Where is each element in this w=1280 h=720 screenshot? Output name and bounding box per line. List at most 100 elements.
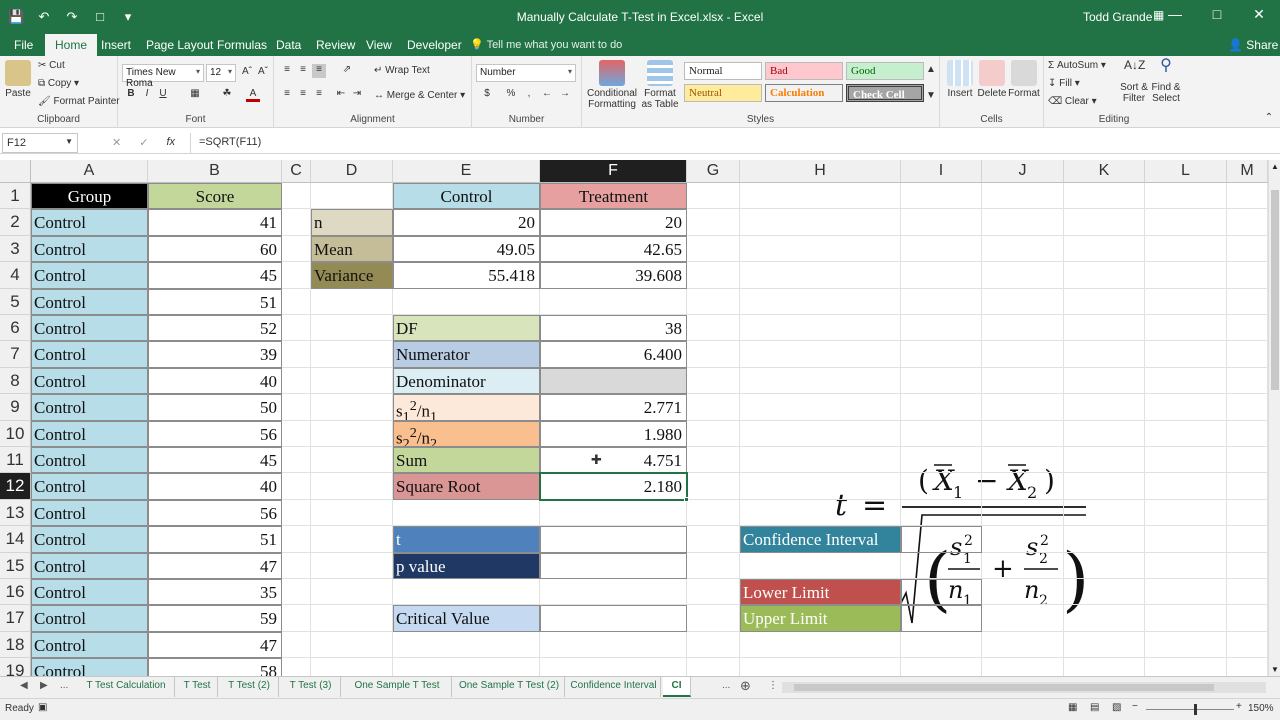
more-sheets-left-icon[interactable]: ... [60, 680, 68, 691]
row-header-8[interactable]: 8 [0, 367, 31, 395]
tab-data[interactable]: Data [276, 38, 301, 52]
zoom-in-icon[interactable]: + [1236, 701, 1242, 712]
fill-button[interactable]: ↧ Fill ▾ [1048, 78, 1080, 89]
style-good[interactable]: Good [846, 62, 924, 80]
percent-icon[interactable]: % [504, 88, 518, 102]
column-header-B[interactable]: B [148, 160, 282, 183]
group-cell[interactable]: Control [31, 499, 148, 527]
label-denominator[interactable]: Denominator [393, 367, 540, 395]
orientation-icon[interactable]: ⇗ [340, 64, 354, 78]
zoom-slider[interactable] [1146, 704, 1234, 715]
label-t[interactable]: t [393, 526, 540, 553]
group-cell[interactable]: Control [31, 579, 148, 606]
more-sheets-right-icon[interactable]: ... [722, 680, 730, 691]
group-cell[interactable]: Control [31, 209, 148, 236]
zoom-level[interactable]: 150% [1248, 703, 1274, 714]
sort-filter-button[interactable]: A↓Z Sort & Filter [1118, 59, 1150, 104]
row-header-15[interactable]: 15 [0, 552, 31, 579]
label-variance[interactable]: Variance [311, 262, 393, 289]
format-cells-button[interactable]: Format [1008, 60, 1040, 99]
score-cell[interactable]: 47 [148, 552, 282, 579]
maximize-icon[interactable]: □ [1206, 6, 1228, 23]
cancel-icon[interactable]: ✕ [112, 136, 121, 149]
column-header-J[interactable]: J [982, 160, 1064, 183]
group-cell[interactable]: Control [31, 631, 148, 659]
decrease-font-icon[interactable]: Aˇ [256, 66, 270, 80]
mean-control[interactable]: 49.05 [393, 235, 540, 263]
borders-icon[interactable]: ▦ [188, 88, 202, 102]
n-treatment[interactable]: 20 [540, 209, 687, 236]
header-treatment[interactable]: Treatment [540, 183, 687, 210]
macro-record-icon[interactable]: ▣ [38, 702, 47, 713]
hscroll-options-icon[interactable]: ⋮ [768, 680, 778, 691]
zoom-slider-thumb[interactable] [1194, 704, 1197, 715]
group-cell[interactable]: Control [31, 526, 148, 553]
score-cell[interactable]: 47 [148, 631, 282, 659]
copy-button[interactable]: ⧉ Copy ▾ [38, 78, 79, 89]
increase-decimal-icon[interactable]: ← [540, 88, 554, 102]
score-cell[interactable]: 52 [148, 315, 282, 342]
group-cell[interactable]: Control [31, 262, 148, 289]
row-header-7[interactable]: 7 [0, 341, 31, 368]
row-header-2[interactable]: 2 [0, 209, 31, 236]
score-cell[interactable]: 51 [148, 526, 282, 553]
score-cell[interactable]: 35 [148, 579, 282, 606]
score-cell[interactable]: 45 [148, 262, 282, 289]
autosum-button[interactable]: Σ AutoSum ▾ [1048, 60, 1106, 71]
sheet-tab-one-sample-t-test[interactable]: One Sample T Test [343, 677, 452, 697]
variance-treatment[interactable]: 39.608 [540, 262, 687, 289]
label-s2-n2[interactable]: s22/n2 [393, 420, 540, 447]
align-middle-icon[interactable]: ≡ [296, 64, 310, 78]
row-header-5[interactable]: 5 [0, 288, 31, 315]
tab-file[interactable]: File [14, 38, 33, 52]
score-cell[interactable]: 41 [148, 209, 282, 236]
row-header-6[interactable]: 6 [0, 315, 31, 342]
horizontal-scrollbar[interactable] [782, 682, 1266, 693]
close-icon[interactable]: ✕ [1248, 6, 1270, 23]
label-confidence-interval[interactable]: Confidence Interval [740, 526, 901, 553]
insert-cells-button[interactable]: Insert [944, 60, 976, 99]
align-bottom-icon[interactable]: ≡ [312, 64, 326, 78]
row-header-13[interactable]: 13 [0, 499, 31, 527]
tab-review[interactable]: Review [316, 38, 355, 52]
value-lower-limit[interactable] [901, 579, 982, 606]
style-bad[interactable]: Bad [765, 62, 843, 80]
value-s1-n1[interactable]: 2.771 [540, 394, 687, 421]
page-break-view-icon[interactable]: ▧ [1112, 702, 1121, 713]
score-cell[interactable]: 39 [148, 341, 282, 368]
decrease-indent-icon[interactable]: ⇤ [334, 88, 348, 102]
style-neutral[interactable]: Neutral [684, 84, 762, 102]
sheet-tab-t-test-2-[interactable]: T Test (2) [220, 677, 279, 697]
value-s2-n2[interactable]: 1.980 [540, 420, 687, 447]
tab-page-layout[interactable]: Page Layout [146, 38, 213, 52]
column-header-H[interactable]: H [740, 160, 901, 183]
label-critical-value[interactable]: Critical Value [393, 605, 540, 632]
align-center-icon[interactable]: ≡ [296, 88, 310, 102]
style-check-cell[interactable]: Check Cell [846, 84, 924, 102]
font-name-select[interactable]: Times New Roma ▾ [122, 64, 204, 89]
header-group[interactable]: Group [31, 183, 148, 210]
column-header-I[interactable]: I [901, 160, 982, 183]
zoom-out-icon[interactable]: − [1132, 701, 1138, 712]
column-header-K[interactable]: K [1064, 160, 1145, 183]
align-top-icon[interactable]: ≡ [280, 64, 294, 78]
row-header-10[interactable]: 10 [0, 420, 31, 447]
column-header-A[interactable]: A [31, 160, 148, 183]
cut-button[interactable]: ✂ Cut [38, 60, 65, 71]
sheet-tab-t-test[interactable]: T Test [177, 677, 218, 697]
score-cell[interactable]: 40 [148, 473, 282, 500]
sheet-tab-t-test-calculation[interactable]: T Test Calculation [78, 677, 175, 697]
delete-cells-button[interactable]: Delete [976, 60, 1008, 99]
page-layout-view-icon[interactable]: ▤ [1090, 702, 1099, 713]
group-cell[interactable]: Control [31, 394, 148, 421]
merge-center-button[interactable]: ↔ Merge & Center ▾ [374, 90, 465, 101]
paste-button[interactable]: Paste [4, 60, 32, 99]
sheet-tab-ci[interactable]: CI [663, 677, 691, 697]
new-sheet-icon[interactable]: ⊕ [740, 678, 751, 694]
sheet-tab-confidence-interval[interactable]: Confidence Interval [567, 677, 661, 697]
group-cell[interactable]: Control [31, 605, 148, 632]
vertical-scrollbar[interactable]: ▲ ▼ [1268, 160, 1280, 676]
row-header-4[interactable]: 4 [0, 262, 31, 289]
column-header-G[interactable]: G [687, 160, 740, 183]
column-header-M[interactable]: M [1227, 160, 1268, 183]
